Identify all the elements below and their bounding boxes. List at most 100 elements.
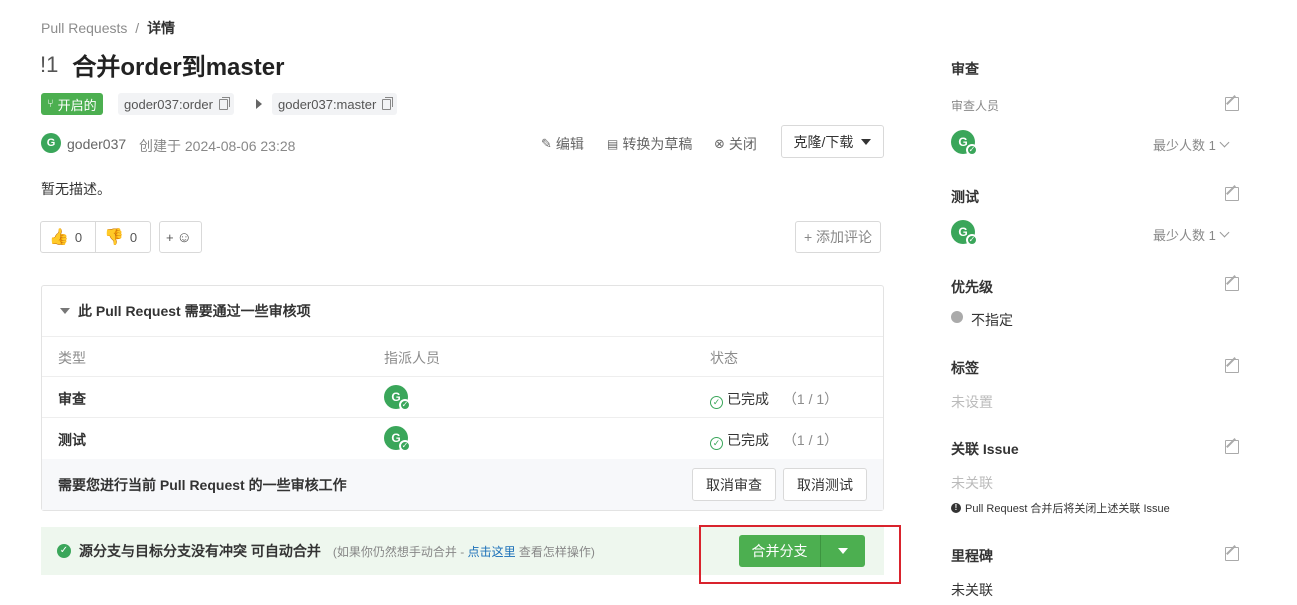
edit-icon[interactable] <box>1225 547 1239 561</box>
arrow-right-icon <box>256 99 262 109</box>
merge-hint: (如果你仍然想手动合并 - 点击这里 查看怎样操作) <box>333 543 595 560</box>
thumbs-down-icon: 👎 <box>104 229 124 246</box>
row-type: 测试 <box>58 432 86 448</box>
copy-icon[interactable] <box>218 96 230 110</box>
source-branch-label: goder037:order <box>124 96 213 112</box>
avatar[interactable]: G ✓ <box>951 130 978 156</box>
issue-note-text: Pull Request 合并后将关闭上述关联 Issue <box>965 503 1170 515</box>
review-panel: 此 Pull Request 需要通过一些审核项 类型 指派人员 状态 审查 G… <box>41 285 884 511</box>
review-footer-text: 需要您进行当前 Pull Request 的一些审核工作 <box>58 476 347 493</box>
test-min-label: 最少人数 1 <box>1153 228 1216 243</box>
pr-number: !1 <box>40 51 59 77</box>
edit-icon: ✎ <box>541 136 552 151</box>
milestone-value: 未关联 <box>951 582 993 598</box>
sidebar-labels-title: 标签 <box>951 360 979 376</box>
pr-description: 暂无描述。 <box>41 181 111 197</box>
thumbs-down-button[interactable]: 👎 0 <box>95 221 151 253</box>
status-badge: ⑂ 开启的 <box>41 93 103 115</box>
info-icon: ! <box>951 503 961 513</box>
page-title: !1 合并order到master <box>40 47 284 82</box>
edit-icon[interactable] <box>1225 277 1239 291</box>
check-icon: ✓ <box>399 440 411 452</box>
breadcrumb: Pull Requests / 详情 <box>41 18 175 38</box>
check-icon: ✓ <box>966 234 978 246</box>
edit-button[interactable]: ✎ 编辑 <box>541 134 584 154</box>
review-min-label: 最少人数 1 <box>1153 138 1216 153</box>
merge-message: 源分支与目标分支没有冲突 可自动合并 <box>79 543 321 559</box>
pr-title: 合并order到master <box>72 54 285 81</box>
sidebar-review-title: 审查 <box>951 61 979 77</box>
avatar[interactable]: G ✓ <box>951 220 978 246</box>
sidebar-priority-title: 优先级 <box>951 279 993 295</box>
column-header-type: 类型 <box>58 350 86 366</box>
issue-note: ! Pull Request 合并后将关闭上述关联 Issue <box>951 500 1170 516</box>
check-circle-icon: ✓ <box>710 437 723 450</box>
avatar[interactable]: G <box>41 133 61 153</box>
priority-value: 不指定 <box>971 312 1013 328</box>
review-panel-header[interactable]: 此 Pull Request 需要通过一些审核项 <box>42 286 883 337</box>
row-status-label: 已完成 <box>727 391 769 407</box>
sidebar-review-sub: 审查人员 <box>951 99 1000 113</box>
copy-icon[interactable] <box>382 96 394 110</box>
test-min-count[interactable]: 最少人数 1 <box>1153 225 1230 244</box>
row-status: ✓ 已完成 （1 / 1） <box>710 389 838 409</box>
clone-download-button[interactable]: 克隆/下载 <box>781 125 884 158</box>
source-branch: goder037:order <box>118 93 234 115</box>
add-comment-button[interactable]: + 添加评论 <box>795 221 881 253</box>
check-icon: ✓ <box>399 399 411 411</box>
chevron-down-icon <box>1219 137 1230 148</box>
close-pr-button[interactable]: ⊗ 关闭 <box>714 134 757 154</box>
row-type: 审查 <box>58 391 86 407</box>
row-status-label: 已完成 <box>727 432 769 448</box>
row-count: （1 / 1） <box>782 391 839 407</box>
cancel-test-button[interactable]: 取消测试 <box>783 468 867 501</box>
review-panel-title: 此 Pull Request 需要通过一些审核项 <box>78 303 311 319</box>
row-count: （1 / 1） <box>782 432 839 448</box>
edit-label: 编辑 <box>555 136 584 152</box>
breadcrumb-parent-link[interactable]: Pull Requests <box>41 20 127 36</box>
thumbs-down-count: 0 <box>129 229 138 245</box>
target-branch: goder037:master <box>272 93 398 115</box>
review-min-count[interactable]: 最少人数 1 <box>1153 135 1230 154</box>
created-time: 创建于 2024-08-06 23:28 <box>139 138 296 154</box>
status-label: 开启的 <box>57 97 97 113</box>
avatar[interactable]: G ✓ <box>384 385 411 411</box>
chevron-down-icon <box>861 138 872 145</box>
breadcrumb-current: 详情 <box>147 20 176 36</box>
avatar[interactable]: G ✓ <box>384 426 411 452</box>
draft-label: 转换为草稿 <box>622 136 693 152</box>
target-branch-label: goder037:master <box>278 96 377 112</box>
merge-hint-link[interactable]: 点击这里 <box>468 545 516 559</box>
caret-down-icon <box>60 308 70 314</box>
add-reaction-button[interactable]: + ☺ <box>159 221 202 253</box>
review-footer: 需要您进行当前 Pull Request 的一些审核工作 取消审查 取消测试 <box>42 459 883 510</box>
highlight-box <box>699 525 901 584</box>
smiley-icon: ☺ <box>176 228 192 246</box>
priority-dot-icon <box>951 311 963 323</box>
thumbs-up-button[interactable]: 👍 0 <box>40 221 96 253</box>
edit-icon[interactable] <box>1225 359 1239 373</box>
add-reaction-plus: + <box>166 229 174 245</box>
edit-icon[interactable] <box>1225 440 1239 454</box>
thumbs-up-count: 0 <box>74 229 83 245</box>
merge-hint-prefix: (如果你仍然想手动合并 - <box>332 544 468 559</box>
convert-to-draft-button[interactable]: ▤ 转换为草稿 <box>607 134 692 154</box>
thumbs-up-icon: 👍 <box>49 229 69 246</box>
column-header-assignee: 指派人员 <box>384 350 440 366</box>
column-header-status: 状态 <box>710 350 738 366</box>
author-name[interactable]: goder037 <box>67 136 126 152</box>
table-row: 测试 G ✓ ✓ 已完成 （1 / 1） <box>42 418 883 459</box>
breadcrumb-separator: / <box>135 20 140 36</box>
check-icon: ✓ <box>966 144 978 156</box>
cancel-review-button[interactable]: 取消审查 <box>692 468 776 501</box>
edit-icon[interactable] <box>1225 97 1239 111</box>
sidebar-milestone-title: 里程碑 <box>951 548 993 564</box>
clone-label: 克隆/下载 <box>793 133 854 150</box>
labels-value: 未设置 <box>951 394 993 410</box>
close-label: 关闭 <box>728 136 757 152</box>
sidebar-test-title: 测试 <box>951 189 979 205</box>
table-row: 审查 G ✓ ✓ 已完成 （1 / 1） <box>42 377 883 418</box>
check-circle-icon: ✓ <box>57 544 71 558</box>
edit-icon[interactable] <box>1225 187 1239 201</box>
pull-request-icon: ⑂ <box>47 98 54 110</box>
